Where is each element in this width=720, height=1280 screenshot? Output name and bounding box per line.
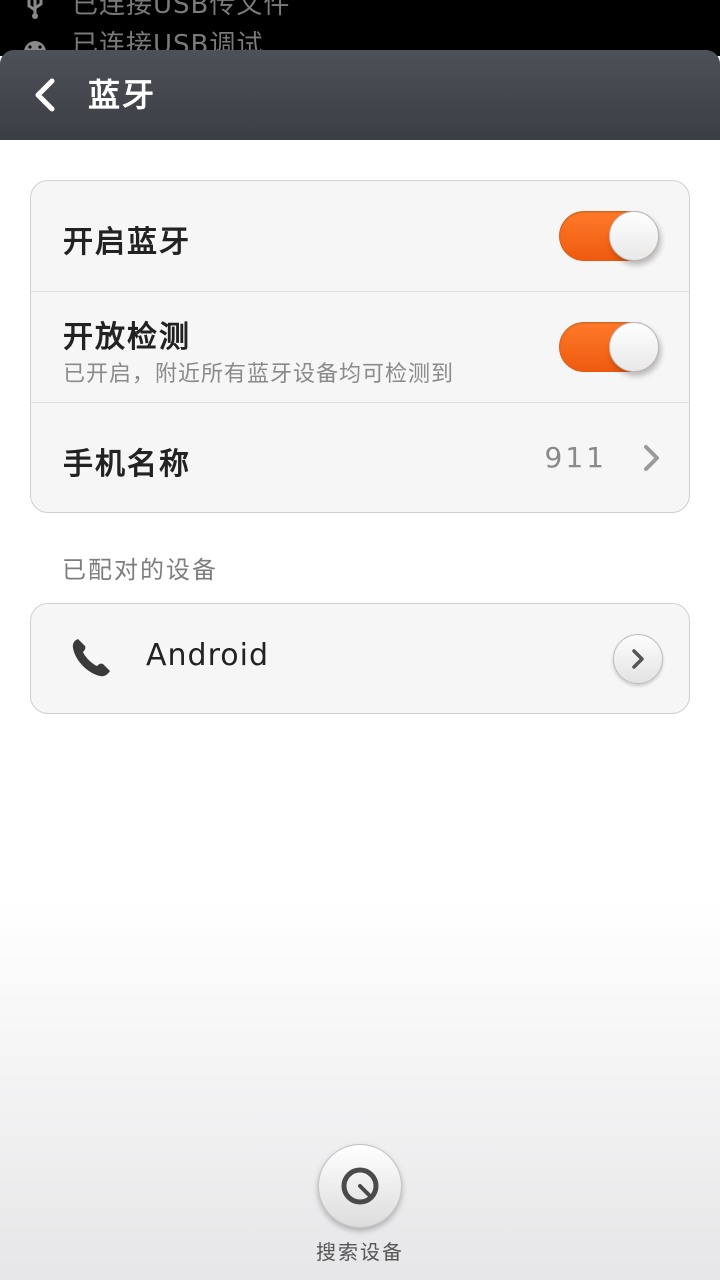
device-details-button[interactable]: [613, 634, 663, 684]
phone-name-label: 手机名称: [63, 447, 191, 482]
device-name: Android: [146, 638, 269, 673]
phone-name-row[interactable]: 手机名称 911: [31, 402, 689, 512]
chevron-right-icon: [632, 649, 644, 669]
discoverable-subtitle: 已开启，附近所有蓝牙设备均可检测到: [63, 362, 455, 387]
back-button[interactable]: [22, 72, 68, 118]
scan-devices-button[interactable]: [318, 1144, 402, 1228]
back-arrow-icon: [35, 78, 55, 112]
usb-icon: [27, 0, 43, 19]
paired-device-row[interactable]: Android: [31, 604, 689, 713]
page-title: 蓝牙: [88, 76, 157, 114]
notification-usb-transfer: 已连接USB传文件: [72, 0, 291, 20]
paired-devices-card: Android: [30, 603, 690, 714]
bluetooth-enable-toggle[interactable]: [559, 211, 659, 261]
phone-icon: [72, 639, 110, 677]
phone-name-value: 911: [544, 441, 607, 474]
scan-devices-label: 搜索设备: [316, 1240, 404, 1264]
radar-scan-icon: [341, 1167, 379, 1205]
discoverable-label: 开放检测: [63, 320, 191, 355]
chevron-right-icon: [644, 445, 659, 471]
bluetooth-settings-card: 开启蓝牙 开放检测 已开启，附近所有蓝牙设备均可检测到 手机名称 911: [30, 180, 690, 513]
toggle-knob: [609, 211, 659, 261]
paired-devices-header: 已配对的设备: [62, 556, 218, 584]
bluetooth-enable-label: 开启蓝牙: [63, 225, 191, 260]
notification-shade: 已连接USB传文件 已连接USB调试: [0, 0, 720, 56]
toggle-knob: [609, 322, 659, 372]
bluetooth-settings-screen: 已连接USB传文件 已连接USB调试 蓝牙 开启蓝牙 开放检测 已开启，附近所有…: [0, 0, 720, 1280]
bluetooth-enable-row[interactable]: 开启蓝牙: [31, 181, 689, 291]
discoverable-toggle[interactable]: [559, 322, 659, 372]
title-bar: 蓝牙: [0, 50, 720, 140]
discoverable-row[interactable]: 开放检测 已开启，附近所有蓝牙设备均可检测到: [31, 291, 689, 401]
